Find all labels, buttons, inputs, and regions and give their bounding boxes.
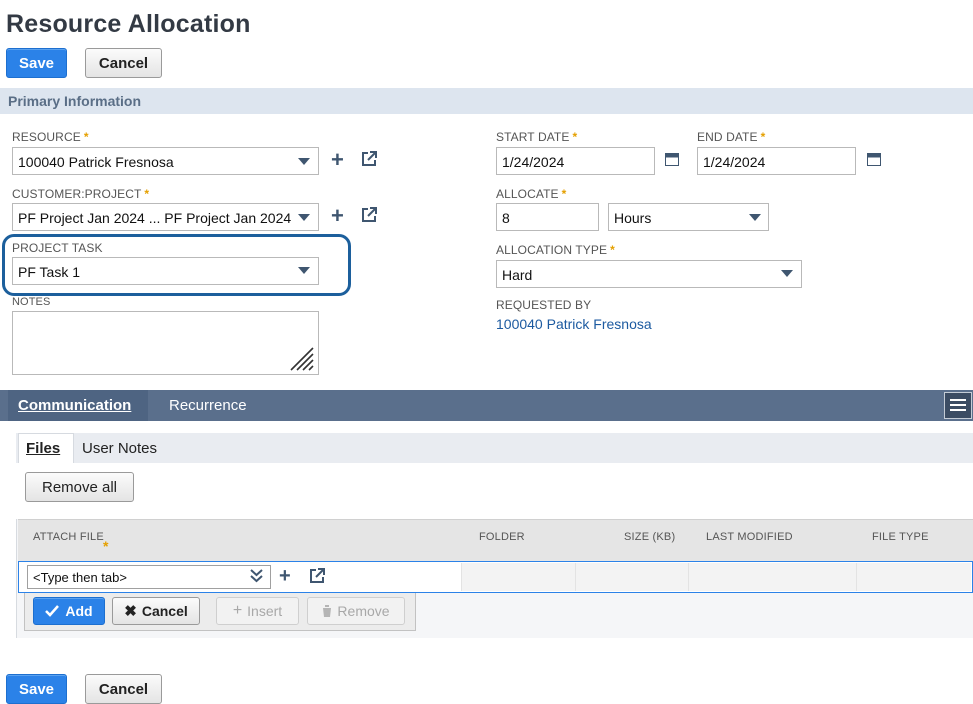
add-button-label: Add <box>65 603 93 619</box>
dropdown-caret-icon[interactable] <box>298 158 310 165</box>
project-task-select[interactable]: PF Task 1 <box>12 257 319 285</box>
requested-by-label: REQUESTED BY <box>496 298 592 312</box>
add-button[interactable]: Add <box>33 597 105 625</box>
notes-label: NOTES <box>12 296 51 308</box>
project-task-label: PROJECT TASK <box>12 241 103 255</box>
allocate-unit-value: Hours <box>614 210 652 226</box>
plus-icon[interactable]: + <box>331 149 344 171</box>
dropdown-caret-icon[interactable] <box>298 214 310 221</box>
resource-label: RESOURCE * <box>12 130 89 144</box>
column-header-attach-file: ATTACH FILE <box>33 531 104 543</box>
allocation-type-select[interactable]: Hard <box>496 260 802 288</box>
start-date-value: 1/24/2024 <box>502 154 565 170</box>
allocate-label: ALLOCATE * <box>496 187 567 201</box>
row-cancel-button[interactable]: ✖ Cancel <box>112 597 200 625</box>
bottom-cancel-button[interactable]: Cancel <box>85 674 162 704</box>
end-date-input[interactable]: 1/24/2024 <box>697 147 856 175</box>
plus-icon[interactable]: + <box>279 566 291 586</box>
cell-divider <box>575 563 576 591</box>
column-header-size: SIZE (KB) <box>624 531 676 543</box>
bottom-save-button[interactable]: Save <box>6 674 67 704</box>
menu-icon[interactable] <box>944 392 972 419</box>
trash-icon <box>322 605 333 617</box>
save-button[interactable]: Save <box>6 48 67 78</box>
resource-select[interactable]: 100040 Patrick Fresnosa <box>12 147 319 175</box>
plus-icon: + <box>232 602 243 619</box>
customer-project-value: PF Project Jan 2024 ... PF Project Jan 2… <box>18 210 292 226</box>
remove-button[interactable]: Remove <box>307 597 405 625</box>
section-title: Primary Information <box>8 93 142 109</box>
tab-recurrence[interactable]: Recurrence <box>169 397 247 414</box>
start-date-input[interactable]: 1/24/2024 <box>496 147 655 175</box>
resize-grip-icon[interactable] <box>289 346 315 372</box>
open-external-icon[interactable] <box>361 207 377 223</box>
calendar-icon[interactable] <box>665 153 679 166</box>
insert-button-label: Insert <box>247 603 283 619</box>
attach-file-input[interactable]: <Type then tab> <box>27 565 271 589</box>
insert-button[interactable]: + Insert <box>216 597 299 625</box>
requested-by-link[interactable]: 100040 Patrick Fresnosa <box>496 316 652 332</box>
column-header-folder: FOLDER <box>479 531 525 543</box>
start-date-label: START DATE * <box>496 130 578 144</box>
tab-communication[interactable]: Communication <box>18 397 131 414</box>
allocate-unit-select[interactable]: Hours <box>608 203 769 231</box>
calendar-icon[interactable] <box>867 153 881 166</box>
close-x-icon: ✖ <box>124 603 137 620</box>
column-header-file-type: FILE TYPE <box>872 531 929 543</box>
project-task-value: PF Task 1 <box>18 264 80 280</box>
customer-project-select[interactable]: PF Project Jan 2024 ... PF Project Jan 2… <box>12 203 319 231</box>
checkmark-icon <box>45 605 60 617</box>
attach-file-placeholder: <Type then tab> <box>33 570 127 585</box>
subtab-files[interactable]: Files <box>26 440 60 457</box>
dropdown-caret-icon[interactable] <box>781 270 793 277</box>
double-chevron-down-icon[interactable] <box>250 569 263 583</box>
dropdown-caret-icon[interactable] <box>298 267 310 274</box>
open-external-icon[interactable] <box>361 151 377 167</box>
allocation-type-value: Hard <box>502 267 533 283</box>
cell-divider <box>688 563 689 591</box>
plus-icon[interactable]: + <box>331 205 344 227</box>
end-date-label: END DATE * <box>697 130 766 144</box>
customer-project-label: CUSTOMER:PROJECT * <box>12 187 150 201</box>
allocate-input[interactable]: 8 <box>496 203 599 231</box>
files-toolbar <box>16 463 973 519</box>
resource-value: 100040 Patrick Fresnosa <box>18 154 174 170</box>
remove-all-button[interactable]: Remove all <box>25 472 134 502</box>
end-date-value: 1/24/2024 <box>703 154 766 170</box>
column-header-last-modified: LAST MODIFIED <box>706 531 793 543</box>
cell-divider <box>856 563 857 591</box>
open-external-icon[interactable] <box>309 568 325 584</box>
inner-tabs-row <box>16 433 973 463</box>
dropdown-caret-icon[interactable] <box>749 214 761 221</box>
section-header <box>0 88 973 114</box>
cancel-button[interactable]: Cancel <box>85 48 162 78</box>
allocate-value: 8 <box>502 210 510 226</box>
required-marker: * <box>103 538 109 554</box>
row-cancel-label: Cancel <box>141 603 188 619</box>
remove-button-label: Remove <box>337 603 390 619</box>
page-title: Resource Allocation <box>6 10 251 38</box>
allocation-type-label: ALLOCATION TYPE * <box>496 243 615 257</box>
subtab-user-notes[interactable]: User Notes <box>82 440 157 457</box>
row-cells-background <box>462 563 971 591</box>
cell-divider <box>461 563 462 591</box>
notes-textarea[interactable] <box>12 311 319 375</box>
